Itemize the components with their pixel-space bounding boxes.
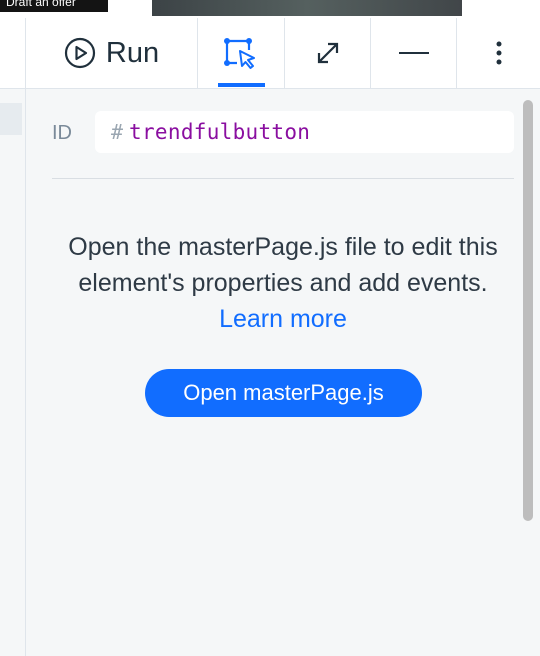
learn-more-link[interactable]: Learn more bbox=[219, 305, 347, 333]
properties-panel: ID # trendfulbutton Open the masterPage.… bbox=[26, 89, 540, 656]
description-text: Open the masterPage.js file to edit this… bbox=[68, 233, 498, 297]
run-button[interactable]: Run bbox=[26, 18, 198, 88]
divider bbox=[52, 178, 514, 179]
minimize-button[interactable] bbox=[371, 18, 457, 88]
draft-offer-chip-label: Draft an offer bbox=[6, 0, 76, 9]
expand-icon bbox=[317, 42, 338, 64]
code-panel-toolbar: Run bbox=[0, 18, 540, 89]
element-id-value: trendfulbutton bbox=[129, 120, 311, 144]
more-vertical-icon bbox=[496, 41, 501, 65]
canvas-image bbox=[152, 0, 462, 16]
panel-scrollbar[interactable] bbox=[521, 100, 535, 521]
left-gutter bbox=[0, 89, 26, 656]
draft-offer-chip[interactable]: Draft an offer bbox=[0, 0, 108, 12]
more-options-button[interactable] bbox=[457, 18, 540, 88]
id-label: ID bbox=[52, 122, 72, 144]
minimize-icon bbox=[398, 52, 429, 54]
scrollbar-thumb[interactable] bbox=[523, 100, 533, 521]
play-circle-icon bbox=[64, 37, 95, 69]
expand-button[interactable] bbox=[285, 18, 371, 88]
gutter-selected-line bbox=[0, 103, 22, 135]
select-element-button[interactable] bbox=[198, 18, 285, 88]
open-file-description: Open the masterPage.js file to edit this… bbox=[52, 229, 514, 337]
element-id-field[interactable]: # trendfulbutton bbox=[95, 111, 514, 153]
canvas-top-strip: Draft an offer bbox=[0, 0, 540, 18]
select-element-icon bbox=[224, 38, 255, 69]
open-masterpage-button[interactable]: Open masterPage.js bbox=[145, 369, 422, 417]
toolbar-spacer bbox=[0, 18, 26, 88]
run-label: Run bbox=[105, 36, 160, 69]
id-hash-prefix: # bbox=[111, 120, 124, 144]
active-tab-indicator bbox=[218, 83, 265, 87]
